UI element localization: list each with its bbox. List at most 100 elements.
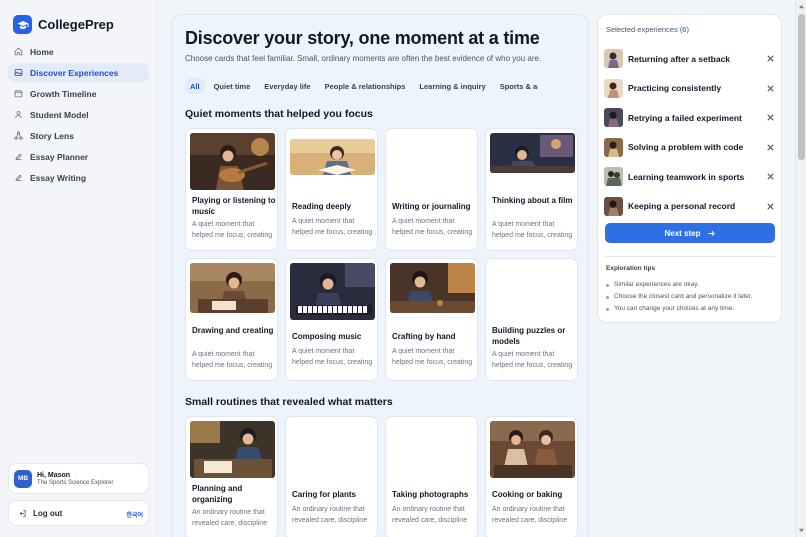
filter-chip-people-relationships[interactable]: People & relationships [320,78,411,94]
user-card[interactable]: MB Hi, Mason The Sports Science Explorer [8,463,149,494]
experience-card[interactable]: Drawing and creating A quiet moment that… [185,258,278,381]
card-illustration [290,139,375,175]
filter-chip-quiet-time[interactable]: Quiet time [209,78,256,94]
section-title: Quiet moments that helped you focus [185,108,373,120]
scrollbar-thumb[interactable] [798,14,805,160]
selected-thumbnail [604,108,623,128]
filter-chip-learning-inquiry[interactable]: Learning & inquiry [414,78,490,94]
close-icon[interactable] [765,201,776,212]
filter-chip-sports-activities[interactable]: Sports & activities [495,78,538,94]
page-scrollbar[interactable] [795,0,806,537]
avatar: MB [14,469,32,488]
selected-thumbnail [604,137,623,157]
user-subtitle: The Sports Science Explorer [37,479,114,486]
selected-item-label: Returning after a setback [628,53,731,64]
sidebar-item-label: Discover Experiences [30,67,119,78]
close-icon[interactable] [765,171,776,182]
card-description: A quiet moment that helped me focus, cre… [392,348,473,366]
sidebar-item-essay-writing[interactable]: Essay Writing [8,168,149,187]
sidebar-item-growth-timeline[interactable]: Growth Timeline [8,84,149,103]
selected-item[interactable]: Keeping a personal record [604,192,776,222]
filter-chip-everyday-life[interactable]: Everyday life [259,78,315,94]
filter-chip-all[interactable]: All [185,78,205,94]
card-title: Caring for plants [292,490,357,499]
card-illustration [190,263,275,313]
card-illustration [490,421,575,478]
card-illustration [490,133,575,173]
tips-list: Similar experiences are okay. Choose the… [606,279,778,315]
filter-tabs: All Quiet time Everyday life People & re… [185,78,538,95]
divider [605,256,775,257]
brand[interactable]: CollegePrep [13,15,114,34]
logout-button[interactable]: Log out 한국어 [8,500,149,526]
home-icon [14,47,23,56]
sidebar-item-essay-planner[interactable]: Essay Planner [8,147,149,166]
card-title: Cooking or baking [492,490,563,499]
language-toggle[interactable]: 한국어 [126,510,143,519]
sidebar-item-student-model[interactable]: Student Model [8,105,149,124]
card-title: Composing music [292,332,362,341]
card-title: Crafting by hand [392,332,456,341]
sidebar-item-discover-experiences[interactable]: Discover Experiences [8,63,149,82]
page-title: Discover your story, one moment at a tim… [185,28,540,48]
selected-item[interactable]: Solving a problem with code [604,133,776,163]
experience-card[interactable]: Playing or listening to music A quiet mo… [185,128,278,251]
selected-item[interactable]: Practicing consistently [604,74,776,104]
card-description: A quiet moment that helped me focus, cre… [192,351,273,369]
selected-item-label: Keeping a personal record [628,201,736,212]
bullet-icon [606,307,609,311]
close-icon[interactable] [765,142,776,153]
user-greeting: Hi, Mason [37,471,71,479]
experience-card[interactable]: Reading deeply A quiet moment that helpe… [285,128,378,251]
experience-card[interactable]: Thinking about a film A quiet moment tha… [485,128,578,251]
scroll-down-icon[interactable] [798,527,805,534]
card-description: A quiet moment that helped me focus, cre… [492,221,573,239]
experience-card[interactable]: Crafting by hand A quiet moment that hel… [385,258,478,381]
sidebar-item-home[interactable]: Home [8,42,149,61]
scroll-up-icon[interactable] [798,3,805,10]
app-name: CollegePrep [38,17,114,32]
card-description: A quiet moment that helped me focus, cre… [392,218,473,236]
selected-label: Selected experiences [606,25,678,34]
experience-card[interactable]: Composing music A quiet moment that help… [285,258,378,381]
experience-card[interactable]: Taking photographs An ordinary routine t… [385,416,478,537]
experience-card[interactable]: Building puzzles or models A quiet momen… [485,258,578,381]
pen-icon [15,174,22,181]
sidebar-item-story-lens[interactable]: Story Lens [8,126,149,145]
page-subtitle: Choose cards that feel familiar. Small, … [185,54,542,63]
selected-item[interactable]: Returning after a setback [604,44,776,74]
experience-card[interactable]: Writing or journaling A quiet moment tha… [385,128,478,251]
experience-card[interactable]: Planning and organizing An ordinary rout… [185,416,278,537]
experience-card[interactable]: Caring for plants An ordinary routine th… [285,416,378,537]
close-icon[interactable] [765,83,776,94]
bullet-icon [606,295,609,299]
sidebar: CollegePrep Home Discover Experiences Gr… [0,0,157,537]
user-icon [15,111,22,119]
experience-card[interactable]: Cooking or baking An ordinary routine th… [485,416,578,537]
card-description: A quiet moment that helped me focus, cre… [292,218,373,236]
card-illustration [190,421,275,478]
sidebar-item-label: Essay Planner [30,151,89,162]
sidebar-item-label: Student Model [30,109,89,120]
discover-panel: Discover your story, one moment at a tim… [171,14,589,537]
card-title: Thinking about a film [492,196,573,205]
close-icon[interactable] [765,112,776,123]
selected-item[interactable]: Retrying a failed experiment [604,103,776,133]
selected-thumbnail [604,167,623,187]
logout-label: Log out [33,508,63,518]
selected-item[interactable]: Learning teamwork in sports [604,162,776,192]
next-step-button[interactable]: Next step [605,223,775,243]
card-title: Building puzzles or models [492,326,566,346]
sidebar-item-label: Home [30,46,54,57]
graduation-cap-icon [13,15,32,34]
card-illustration [390,263,475,313]
selected-list: Returning after a setback Practicing con… [604,44,776,221]
selected-header: Selected experiences (6) [606,25,689,34]
card-title: Writing or journaling [392,202,471,211]
card-description: A quiet moment that helped me focus, cre… [492,351,573,369]
card-grid: Drawing and creating A quiet moment that… [185,258,578,381]
selected-item-label: Learning teamwork in sports [628,171,745,182]
pen-icon [15,153,22,160]
logout-icon [19,509,26,517]
close-icon[interactable] [765,53,776,64]
